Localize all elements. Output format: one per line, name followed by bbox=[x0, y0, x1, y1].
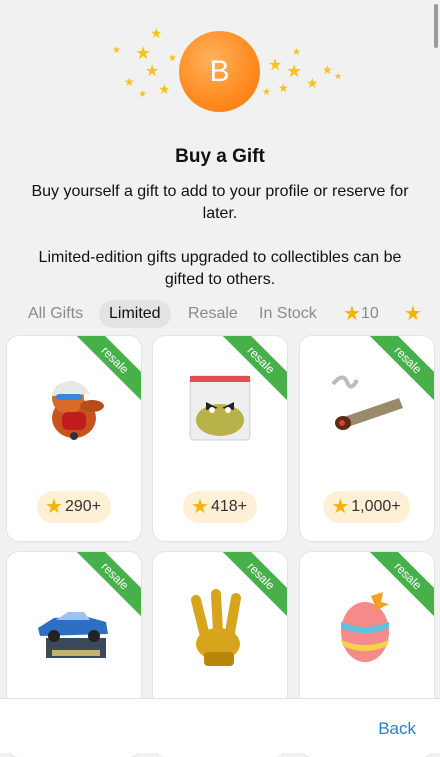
gift-card[interactable]: resale ★ 418+ bbox=[153, 336, 287, 541]
gift-card[interactable]: resale ★ 290+ bbox=[7, 336, 141, 541]
page-title: Buy a Gift bbox=[175, 146, 265, 167]
smoking-roll-icon bbox=[331, 375, 403, 430]
star-icon: ★ bbox=[306, 75, 319, 91]
star-icon: ★ bbox=[331, 496, 350, 518]
tab-all-gifts[interactable]: All Gifts bbox=[28, 300, 83, 328]
star-icon: ★ bbox=[145, 63, 160, 80]
blue-lowrider-car-icon bbox=[38, 612, 108, 658]
filter-tabs: All Gifts Limited Resale In Stock ★10 ★ bbox=[0, 300, 440, 328]
tab-in-stock[interactable]: In Stock bbox=[259, 300, 317, 328]
star-icon: ★ bbox=[278, 81, 289, 95]
star-icon: ★ bbox=[135, 43, 152, 63]
hero-header: ★ ★ ★ ★ ★ ★ ★ ★ ★ ★ ★ ★ ★ ★ ★ ★ B bbox=[0, 0, 440, 140]
tab-stars-10-label: 10 bbox=[360, 305, 379, 322]
star-icon: ★ bbox=[138, 89, 147, 100]
star-icon: ★ bbox=[112, 45, 121, 56]
tab-limited[interactable]: Limited bbox=[99, 300, 171, 328]
price-value: 418+ bbox=[210, 498, 247, 515]
tab-resale[interactable]: Resale bbox=[188, 300, 238, 328]
gift-grid: resale ★ 290+ resale ★ 418+ resale ★ 1,0… bbox=[0, 336, 440, 757]
golden-hand-sign-icon bbox=[191, 589, 241, 666]
star-icon: ★ bbox=[191, 496, 209, 518]
star-icon: ★ bbox=[268, 57, 283, 74]
star-icon: ★ bbox=[150, 25, 163, 41]
easter-egg-icon bbox=[341, 592, 389, 662]
star-icon: ★ bbox=[168, 53, 177, 64]
avatar: B bbox=[179, 31, 260, 112]
star-icon: ★ bbox=[404, 303, 422, 325]
description-text: Buy yourself a gift to add to your profi… bbox=[31, 183, 409, 222]
star-icon: ★ bbox=[124, 75, 135, 89]
footer-bar: Back bbox=[0, 698, 440, 753]
star-icon: ★ bbox=[343, 303, 361, 325]
price-badge: ★ 1,000+ bbox=[323, 491, 411, 523]
star-icon: ★ bbox=[322, 63, 333, 77]
dog-in-cap-icon bbox=[52, 380, 104, 440]
avatar-letter: B bbox=[209, 54, 230, 88]
star-icon: ★ bbox=[292, 47, 301, 58]
tab-stars-next[interactable]: ★ bbox=[404, 300, 422, 328]
herb-bag-icon bbox=[189, 375, 251, 441]
star-icon: ★ bbox=[158, 81, 171, 97]
price-value: 290+ bbox=[64, 498, 101, 515]
tab-stars-10[interactable]: ★10 bbox=[343, 300, 379, 328]
description-text-limited: Limited-edition gifts upgraded to collec… bbox=[38, 249, 402, 288]
gift-card[interactable]: resale ★ 1,000+ bbox=[300, 336, 434, 541]
star-icon: ★ bbox=[45, 496, 63, 518]
star-icon: ★ bbox=[334, 71, 343, 81]
star-icon: ★ bbox=[286, 61, 303, 81]
price-value: 1,000+ bbox=[351, 498, 401, 515]
star-icon: ★ bbox=[262, 87, 271, 98]
price-badge: ★ 418+ bbox=[183, 491, 257, 523]
price-badge: ★ 290+ bbox=[37, 491, 111, 523]
back-button[interactable]: Back bbox=[378, 719, 416, 739]
